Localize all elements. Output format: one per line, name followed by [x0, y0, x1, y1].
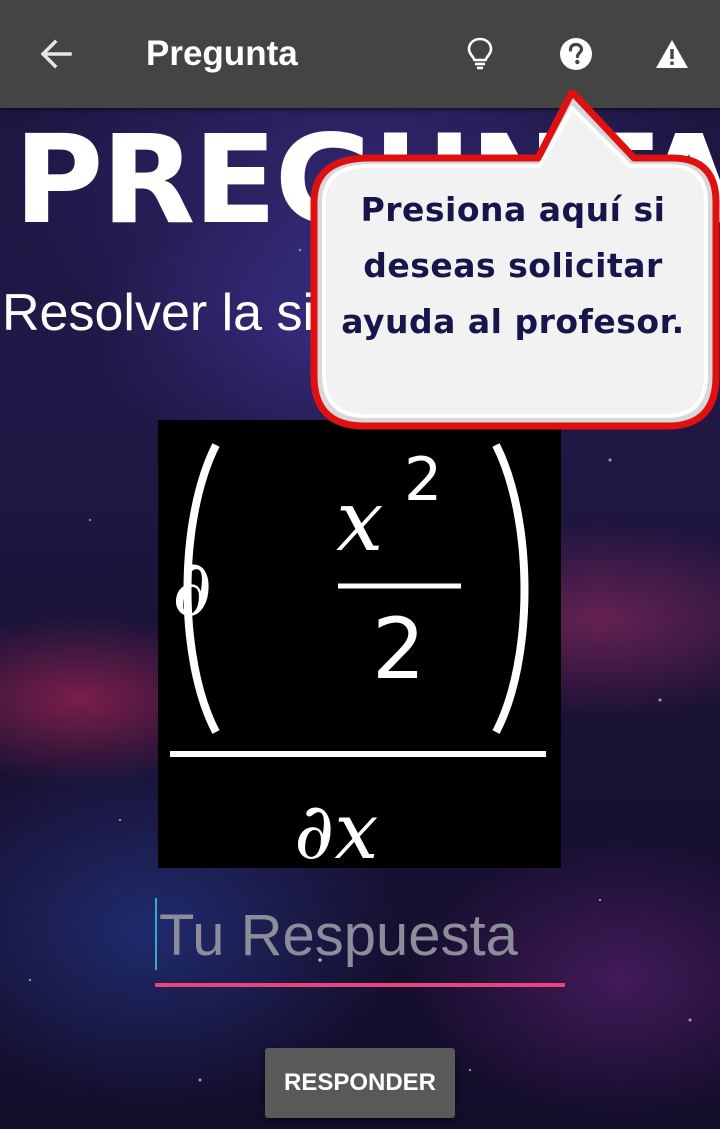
formula-right-paren: [492, 443, 529, 734]
answer-underline: [155, 983, 565, 987]
text-caret: [155, 898, 157, 970]
arrow-left-icon: [40, 39, 72, 69]
back-button[interactable]: [28, 26, 84, 82]
callout-text: Presiona aquí si deseas solicitar ayuda …: [341, 190, 685, 341]
formula-denominator-const: 2: [372, 600, 425, 698]
lightbulb-icon: [467, 37, 493, 70]
formula-differential: ∂x: [294, 787, 378, 868]
warning-triangle-icon: [656, 40, 688, 68]
hint-button[interactable]: [452, 26, 508, 82]
question-screen: Pregunta PREGUNTA Resolver la: [0, 0, 720, 1129]
report-button[interactable]: [644, 26, 700, 82]
respond-button[interactable]: RESPONDER: [265, 1048, 455, 1118]
formula-exponent: 2: [404, 445, 442, 515]
answer-field-wrapper: [155, 888, 565, 988]
app-bar-title: Pregunta: [146, 34, 298, 73]
help-callout-bubble: Presiona aquí si deseas solicitar ayuda …: [300, 90, 720, 435]
question-circle-icon: [560, 38, 592, 70]
answer-input[interactable]: [155, 888, 565, 982]
help-button[interactable]: [548, 26, 604, 82]
derivative-formula-image: ∂ x 2 2 ∂x: [158, 420, 561, 868]
formula-numerator-var: x: [336, 472, 383, 570]
